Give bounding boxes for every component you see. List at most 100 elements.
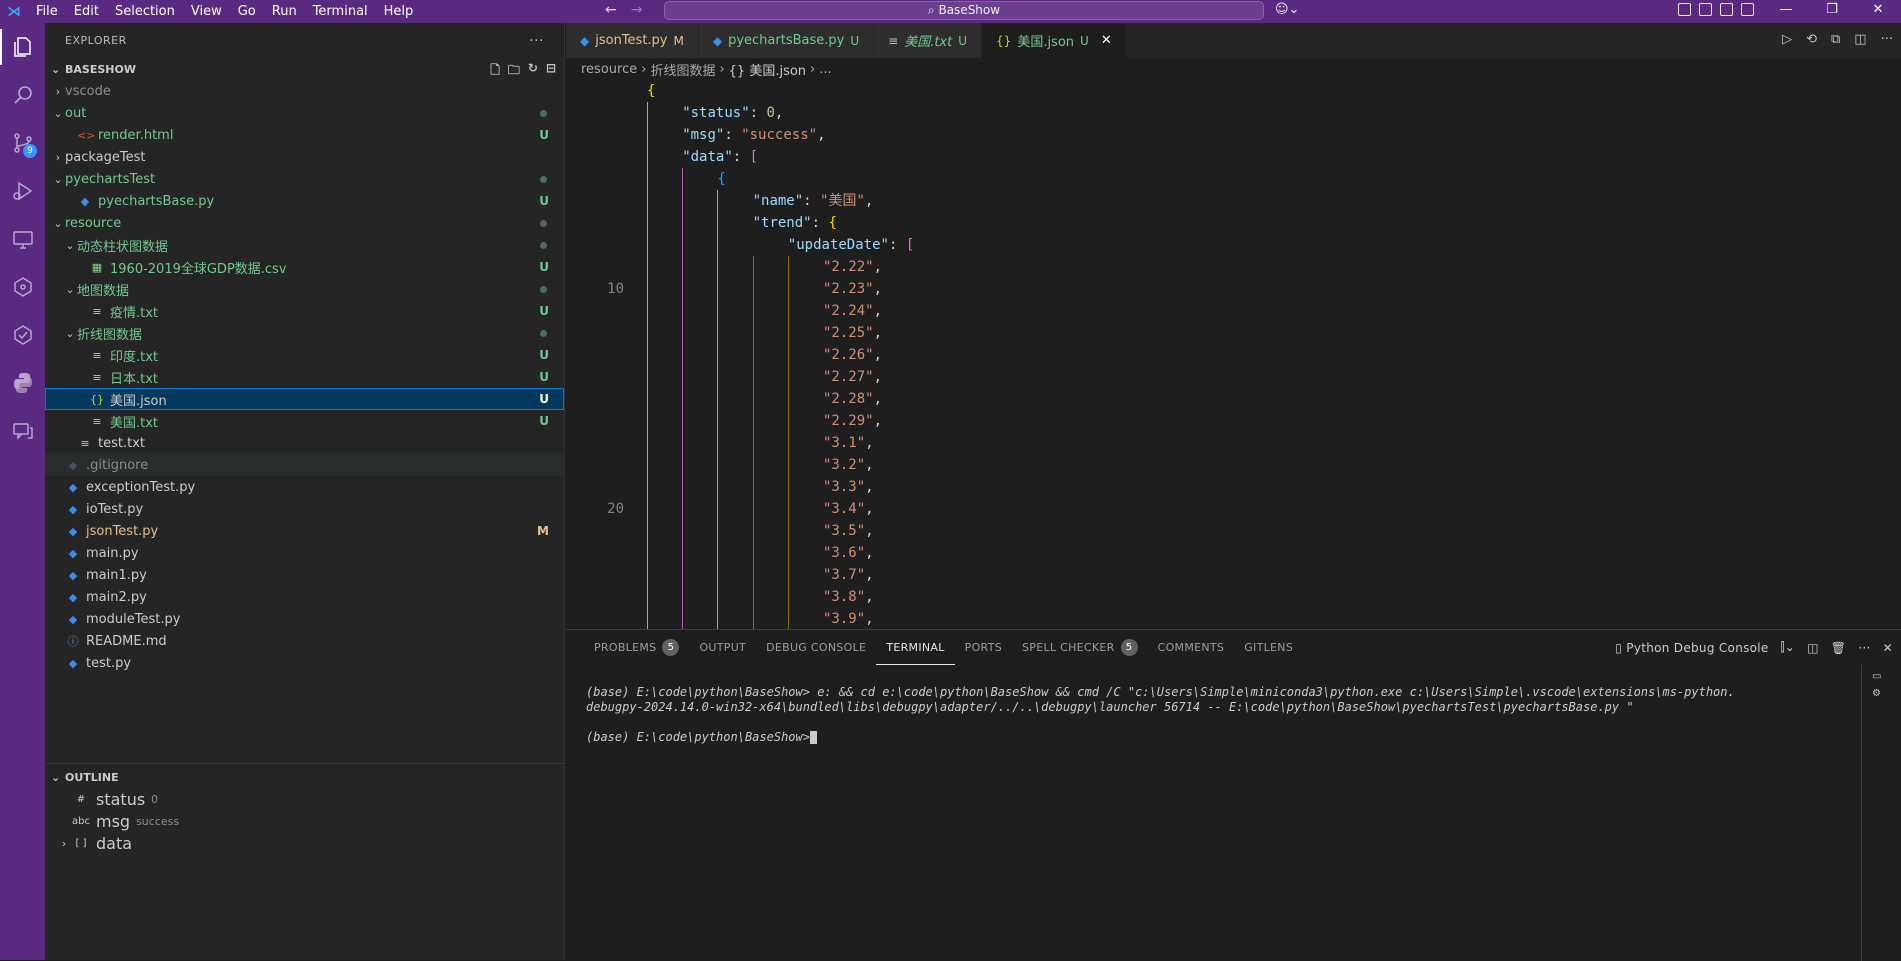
close-window-icon[interactable]: ✕ xyxy=(1855,0,1901,23)
forward-arrow-icon[interactable]: → xyxy=(631,2,643,18)
command-center-search[interactable]: ⌕ BaseShow xyxy=(664,1,1264,20)
menu-selection[interactable]: Selection xyxy=(107,4,183,19)
editor-tab[interactable]: ◆ pyechartsBase.py U xyxy=(698,23,875,58)
workspace-section-header[interactable]: ⌄ BASESHOW 🗋 🗀 ↻ ⊟ xyxy=(45,58,564,80)
tree-item[interactable]: ≡ 日本.txt U xyxy=(45,366,564,388)
panel-tab[interactable]: SPELL CHECKER 5 xyxy=(1012,630,1148,665)
toggle-primary-sidebar-icon[interactable] xyxy=(1699,3,1712,16)
comments-icon[interactable] xyxy=(0,407,45,455)
panel-tab[interactable]: OUTPUT xyxy=(689,630,756,665)
code-editor[interactable]: {"status": 0, "msg": "success", "data": [{… xyxy=(566,80,1901,629)
toggle-secondary-sidebar-icon[interactable] xyxy=(1741,3,1754,16)
copilot-icon[interactable]: ☺⌄ xyxy=(1275,2,1299,17)
tree-item[interactable]: ⓘ README.md xyxy=(45,630,564,652)
tree-item[interactable]: ⌄ 折线图数据 xyxy=(45,322,564,344)
timeline-icon[interactable]: ⟲ xyxy=(1806,32,1817,47)
menu-run[interactable]: Run xyxy=(264,4,305,19)
panel-tab[interactable]: DEBUG CONSOLE xyxy=(756,630,876,665)
close-tab-icon[interactable]: ✕ xyxy=(1101,33,1112,48)
panel-tab[interactable]: PROBLEMS 5 xyxy=(584,630,689,665)
panel-more-icon[interactable]: ··· xyxy=(1858,641,1870,655)
breadcrumb-folder[interactable]: 折线图数据 xyxy=(650,60,715,79)
testing-icon[interactable] xyxy=(0,311,45,359)
menu-help[interactable]: Help xyxy=(376,4,422,19)
chevron-right-icon: › xyxy=(61,836,67,850)
explorer-icon[interactable] xyxy=(0,23,45,71)
menu-terminal[interactable]: Terminal xyxy=(305,4,376,19)
tree-item[interactable]: ≡ test.txt xyxy=(45,432,564,454)
terminal-cmd-icon[interactable]: ▭ xyxy=(1872,671,1901,682)
tree-item[interactable]: ◆ main1.py xyxy=(45,564,564,586)
customize-layout-icon[interactable] xyxy=(1678,3,1691,16)
editor-tab[interactable]: ≡ 美国.txt U xyxy=(874,23,983,58)
close-panel-icon[interactable]: ✕ xyxy=(1883,641,1893,655)
tree-item[interactable]: ⌄ pyechartsTest xyxy=(45,168,564,190)
tree-item[interactable]: ◆ test.py xyxy=(45,652,564,674)
panel-tab[interactable]: COMMENTS xyxy=(1148,630,1235,665)
panel-tab[interactable]: TERMINAL xyxy=(876,630,955,665)
terminal-output[interactable]: (base) E:\code\python\BaseShow> e: && cd… xyxy=(566,665,1866,745)
compare-icon[interactable]: ⧉ xyxy=(1831,32,1840,47)
tree-item[interactable]: ▦ 1960-2019全球GDP数据.csv U xyxy=(45,256,564,278)
panel-tab[interactable]: GITLENS xyxy=(1234,630,1303,665)
minimize-icon[interactable]: — xyxy=(1763,0,1809,23)
outline-item[interactable]: # status 0 xyxy=(45,788,565,810)
tree-item[interactable]: ≡ 美国.txt U xyxy=(45,410,564,432)
restore-icon[interactable]: ❐ xyxy=(1809,0,1855,23)
new-folder-icon[interactable]: 🗀 xyxy=(508,61,520,82)
outline-header[interactable]: ⌄ OUTLINE xyxy=(45,766,565,788)
refresh-icon[interactable]: ↻ xyxy=(528,61,538,82)
toggle-panel-icon[interactable] xyxy=(1720,3,1733,16)
tree-item[interactable]: ◆ pyechartsBase.py U xyxy=(45,190,564,212)
terminal-debug-icon[interactable]: ⚙ xyxy=(1872,688,1901,699)
split-editor-icon[interactable]: ◫ xyxy=(1854,32,1866,47)
breadcrumb-resource[interactable]: resource xyxy=(581,62,637,77)
outline-item[interactable]: abc msg success xyxy=(45,810,565,832)
tree-item[interactable]: › packageTest xyxy=(45,146,564,168)
tree-item[interactable]: ⌄ 地图数据 xyxy=(45,278,564,300)
tree-item[interactable]: ◆ main.py xyxy=(45,542,564,564)
breadcrumb-symbol[interactable]: ... xyxy=(819,62,831,77)
tree-item[interactable]: <> render.html U xyxy=(45,124,564,146)
menu-edit[interactable]: Edit xyxy=(66,4,107,19)
tree-item[interactable]: ⌄ resource xyxy=(45,212,564,234)
terminal-name[interactable]: ▯ Python Debug Console xyxy=(1615,641,1768,655)
new-terminal-dropdown-icon[interactable]: ⫿⌄ xyxy=(1781,640,1796,655)
tree-item-label: pyechartsBase.py xyxy=(98,193,215,209)
more-icon[interactable]: ··· xyxy=(1881,32,1893,47)
run-icon[interactable]: ▷ xyxy=(1782,32,1792,47)
new-file-icon[interactable]: 🗋 xyxy=(490,61,500,82)
tree-item[interactable]: {} 美国.json U xyxy=(45,388,564,410)
menu-view[interactable]: View xyxy=(183,4,230,19)
tree-item[interactable]: ◆ main2.py xyxy=(45,586,564,608)
tree-item[interactable]: › vscode xyxy=(45,80,564,102)
menu-go[interactable]: Go xyxy=(230,4,264,19)
outline-item[interactable]: › [ ] data xyxy=(45,832,565,854)
back-arrow-icon[interactable]: ← xyxy=(605,2,617,18)
editor-tab[interactable]: {} 美国.json U ✕ xyxy=(982,23,1127,58)
tree-item[interactable]: ≡ 印度.txt U xyxy=(45,344,564,366)
tree-item[interactable]: ◆ jsonTest.py M xyxy=(45,520,564,542)
menu-file[interactable]: File xyxy=(28,4,66,19)
tree-item[interactable]: ⌄ 动态柱状图数据 xyxy=(45,234,564,256)
kill-terminal-icon[interactable]: 🗑 xyxy=(1831,641,1847,655)
breadcrumb-file[interactable]: {} 美国.json xyxy=(729,60,806,79)
source-control-icon[interactable]: 9 xyxy=(0,119,45,167)
more-actions-icon[interactable]: ··· xyxy=(529,33,544,49)
tree-item[interactable]: ⌄ out xyxy=(45,102,564,124)
split-terminal-icon[interactable]: ◫ xyxy=(1807,641,1819,655)
panel-tab[interactable]: PORTS xyxy=(955,630,1012,665)
tree-item[interactable]: ◆ .gitignore xyxy=(45,454,564,476)
tree-item[interactable]: ◆ moduleTest.py xyxy=(45,608,564,630)
outline-detail: 0 xyxy=(151,792,159,806)
python-icon[interactable] xyxy=(0,359,45,407)
tree-item[interactable]: ≡ 疫情.txt U xyxy=(45,300,564,322)
gitlens-icon[interactable] xyxy=(0,263,45,311)
collapse-all-icon[interactable]: ⊟ xyxy=(546,61,556,82)
run-debug-icon[interactable] xyxy=(0,167,45,215)
tree-item[interactable]: ◆ exceptionTest.py xyxy=(45,476,564,498)
remote-explorer-icon[interactable] xyxy=(0,215,45,263)
search-view-icon[interactable] xyxy=(0,71,45,119)
tree-item[interactable]: ◆ ioTest.py xyxy=(45,498,564,520)
editor-tab[interactable]: ◆ jsonTest.py M xyxy=(566,23,699,58)
